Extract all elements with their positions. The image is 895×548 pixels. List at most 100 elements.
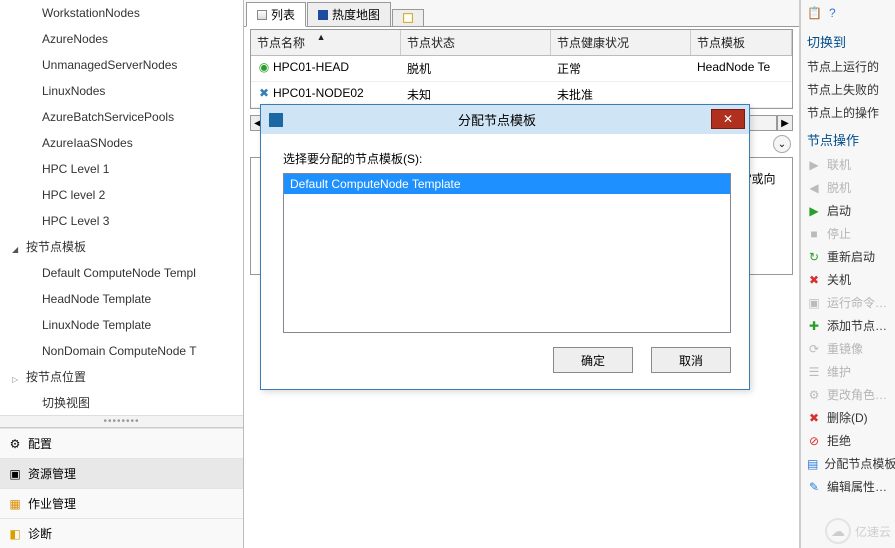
- action-[interactable]: ▤分配节点模板: [805, 452, 891, 475]
- switch-item[interactable]: 节点上的操作: [805, 101, 891, 124]
- cancel-button[interactable]: 取消: [651, 347, 731, 373]
- action-label: 添加节点…: [827, 317, 887, 334]
- action-: ▣ 运行命令…: [805, 291, 891, 314]
- action-label: 启动: [827, 202, 851, 219]
- action-[interactable]: ✖关机: [805, 268, 891, 291]
- switch-item[interactable]: 节点上失败的: [805, 78, 891, 101]
- action-: ⚙更改角色…: [805, 383, 891, 406]
- tree-node[interactable]: Default ComputeNode Templ: [0, 260, 243, 286]
- action-label: 节点上的操作: [807, 104, 879, 121]
- action-: ⟳ 重镜像: [805, 337, 891, 360]
- action-label: 节点上失败的: [807, 81, 879, 98]
- nav-diag[interactable]: ◧ 诊断: [0, 518, 243, 548]
- nav-resource[interactable]: ▣资源管理: [0, 458, 243, 488]
- tree-node[interactable]: HeadNode Template: [0, 286, 243, 312]
- tree-group-location[interactable]: 按节点位置: [0, 364, 243, 390]
- tree-node[interactable]: WorkstationNodes: [0, 0, 243, 26]
- tree-node[interactable]: UnmanagedServerNodes: [0, 52, 243, 78]
- tree-group-templates[interactable]: 按节点模板: [0, 234, 243, 260]
- action-label: 关机: [827, 271, 851, 288]
- jobs-icon: ▦: [8, 497, 22, 511]
- action-icon: ▶: [807, 204, 821, 218]
- nav-jobs[interactable]: ▦作业管理: [0, 488, 243, 518]
- action-: ☰维护: [805, 360, 891, 383]
- tab-list[interactable]: 列表: [246, 2, 306, 27]
- action-label: 运行命令…: [827, 294, 887, 311]
- splitter-grip[interactable]: ••••••••: [0, 415, 243, 427]
- template-listbox[interactable]: Default ComputeNode Template: [283, 173, 731, 333]
- action-[interactable]: ↻重新启动: [805, 245, 891, 268]
- tree-node[interactable]: LinuxNodes: [0, 78, 243, 104]
- action-icon: ▤: [807, 457, 818, 471]
- action-label: 脱机: [827, 179, 851, 196]
- action-D[interactable]: ✖删除(D): [805, 406, 891, 429]
- tree-node[interactable]: AzureIaaSNodes: [0, 130, 243, 156]
- action-[interactable]: ⊘拒绝: [805, 429, 891, 452]
- col-status[interactable]: 节点状态: [401, 30, 551, 55]
- list-icon: [257, 10, 267, 20]
- action-icon: ⊘: [807, 434, 821, 448]
- tree-node[interactable]: LinuxNode Template: [0, 312, 243, 338]
- action-icon: ✎: [807, 480, 821, 494]
- sort-asc-icon: ▲: [317, 32, 326, 42]
- col-name[interactable]: 节点名称▲: [251, 30, 401, 55]
- action-: ▶联机: [805, 153, 891, 176]
- col-template[interactable]: 节点模板: [691, 30, 792, 55]
- node-unknown-icon: ✖: [257, 86, 271, 100]
- assign-template-dialog: 分配节点模板 ✕ 选择要分配的节点模板(S): Default ComputeN…: [260, 104, 750, 390]
- action-icon: ✚: [807, 319, 821, 333]
- action-icon: ◀: [807, 181, 821, 195]
- dialog-titlebar[interactable]: 分配节点模板 ✕: [261, 105, 749, 134]
- action-[interactable]: ✎ 编辑属性…: [805, 475, 891, 498]
- scroll-right-button[interactable]: ▶: [777, 115, 793, 131]
- tree-node[interactable]: AzureBatchServicePools: [0, 104, 243, 130]
- tree-view: WorkstationNodes AzureNodes UnmanagedSer…: [0, 0, 243, 415]
- dialog-label: 选择要分配的节点模板(S):: [283, 150, 731, 167]
- action-icon: ⚙: [807, 388, 821, 402]
- tree-node[interactable]: NonDomain ComputeNode T: [0, 338, 243, 364]
- tree-node[interactable]: AzureNodes: [0, 26, 243, 52]
- tab-bar: 列表 热度地图: [244, 0, 799, 27]
- action-label: 分配节点模板: [824, 455, 895, 472]
- watermark-text: 亿速云: [855, 523, 891, 540]
- action-label: 维护: [827, 363, 851, 380]
- close-button[interactable]: ✕: [711, 109, 745, 129]
- collapse-toggle[interactable]: ⌄: [773, 135, 791, 153]
- tab-new[interactable]: [392, 9, 424, 26]
- tree-node[interactable]: HPC level 2: [0, 182, 243, 208]
- action-icon: ⟳: [807, 342, 821, 356]
- dialog-icon: [269, 113, 283, 127]
- clipboard-icon[interactable]: 📋: [807, 6, 823, 22]
- switch-item[interactable]: 节点上运行的: [805, 55, 891, 78]
- action-label: 重镜像: [827, 340, 863, 357]
- tree-node-switch-view[interactable]: 切换视图: [0, 390, 243, 415]
- table-row[interactable]: ◉HPC01-HEAD 脱机 正常 HeadNode Te: [251, 56, 792, 82]
- tab-heatmap[interactable]: 热度地图: [307, 2, 391, 26]
- action-label: 编辑属性…: [827, 478, 887, 495]
- action-icon: ↻: [807, 250, 821, 264]
- cell: 正常: [551, 56, 691, 81]
- nav-label: 配置: [28, 435, 52, 452]
- section-switch: 切换到: [805, 26, 891, 55]
- tab-label: 热度地图: [332, 6, 380, 23]
- listbox-option-selected[interactable]: Default ComputeNode Template: [284, 174, 730, 194]
- ok-button[interactable]: 确定: [553, 347, 633, 373]
- tree-node[interactable]: HPC Level 3: [0, 208, 243, 234]
- action-: ◀ 脱机: [805, 176, 891, 199]
- tree-node[interactable]: HPC Level 1: [0, 156, 243, 182]
- nav-label: 诊断: [28, 525, 52, 542]
- cell: HPC01-HEAD: [273, 60, 349, 74]
- new-tab-icon: [403, 13, 413, 23]
- diag-icon: ◧: [8, 527, 22, 541]
- action-icon: ■: [807, 227, 821, 241]
- node-grid: 节点名称▲ 节点状态 节点健康状况 节点模板 ◉HPC01-HEAD 脱机 正常…: [250, 29, 793, 109]
- heatmap-icon: [318, 10, 328, 20]
- col-health[interactable]: 节点健康状况: [551, 30, 691, 55]
- action-icon: ▣: [807, 296, 821, 310]
- nav-config[interactable]: ⚙配置: [0, 428, 243, 458]
- help-icon[interactable]: ?: [829, 6, 845, 22]
- action-[interactable]: ✚ 添加节点…: [805, 314, 891, 337]
- action-icon: ✖: [807, 411, 821, 425]
- action-[interactable]: ▶ 启动: [805, 199, 891, 222]
- actions-pane: 📋 ? 切换到 节点上运行的 节点上失败的 节点上的操作 节点操作 ▶联机◀脱机…: [800, 0, 895, 548]
